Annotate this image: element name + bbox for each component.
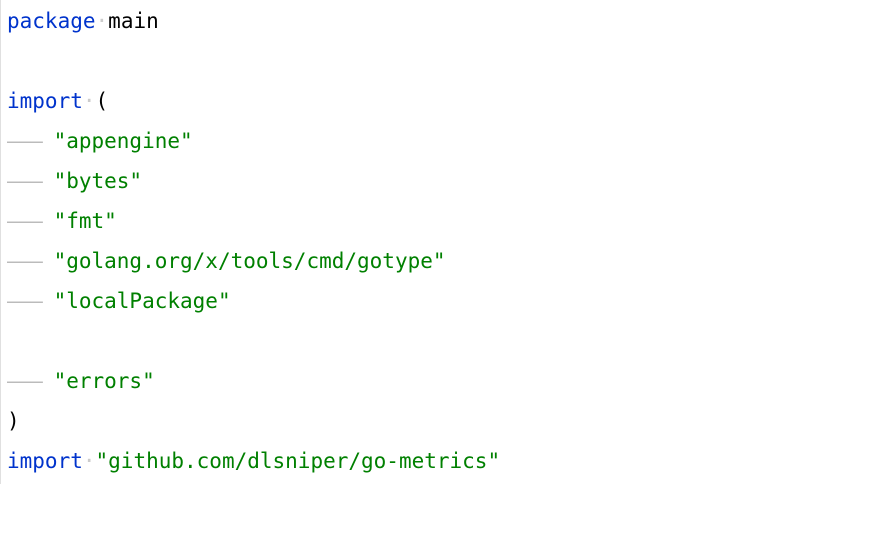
import-path: "github.com/dlsniper/go-metrics" [96, 442, 501, 482]
code-editor[interactable]: package·main import·( ——— "appengine" ——… [0, 0, 872, 484]
code-line[interactable]: ——— "localPackage" [7, 282, 866, 322]
indent-guide: ——— [7, 122, 54, 162]
import-path: "fmt" [54, 202, 117, 242]
code-line[interactable]: import·"github.com/dlsniper/go-metrics" [7, 442, 866, 482]
whitespace-indicator: · [83, 82, 96, 122]
keyword-package: package [7, 2, 96, 42]
code-line[interactable]: ——— "fmt" [7, 202, 866, 242]
code-line[interactable] [7, 42, 866, 82]
import-path: "localPackage" [54, 282, 231, 322]
indent-guide: ——— [7, 202, 54, 242]
whitespace-indicator: · [83, 442, 96, 482]
code-line[interactable]: ) [7, 402, 866, 442]
import-path: "golang.org/x/tools/cmd/gotype" [54, 242, 446, 282]
indent-guide: ——— [7, 162, 54, 202]
keyword-import: import [7, 82, 83, 122]
import-path: "errors" [54, 362, 155, 402]
code-line[interactable]: ——— "golang.org/x/tools/cmd/gotype" [7, 242, 866, 282]
import-path: "bytes" [54, 162, 143, 202]
indent-guide: ——— [7, 242, 54, 282]
code-line[interactable]: ——— "appengine" [7, 122, 866, 162]
whitespace-indicator: · [96, 2, 109, 42]
code-line[interactable] [7, 322, 866, 362]
open-paren: ( [96, 82, 109, 122]
indent-guide: ——— [7, 282, 54, 322]
import-path: "appengine" [54, 122, 193, 162]
code-line[interactable]: package·main [7, 2, 866, 42]
code-line[interactable]: ——— "errors" [7, 362, 866, 402]
code-line[interactable]: import·( [7, 82, 866, 122]
code-line[interactable]: ——— "bytes" [7, 162, 866, 202]
close-paren: ) [7, 402, 20, 442]
indent-guide: ——— [7, 362, 54, 402]
package-name: main [108, 2, 159, 42]
keyword-import: import [7, 442, 83, 482]
